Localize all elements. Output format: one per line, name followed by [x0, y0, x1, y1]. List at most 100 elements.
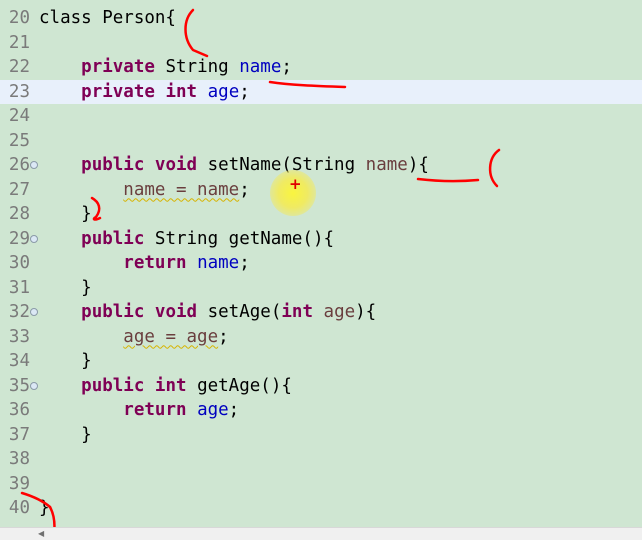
code-line[interactable]: 38 [0, 447, 642, 472]
line-number: 20 [8, 8, 30, 28]
code-token: private [81, 81, 155, 102]
line-number: 31 [8, 277, 30, 298]
code-token: void [154, 155, 198, 175]
code-token: int [165, 81, 198, 102]
line-number: 39 [8, 473, 30, 494]
scroll-left-arrow-icon[interactable]: ◀ [38, 530, 44, 538]
code-token: ; [239, 253, 250, 273]
code-token: ){ [407, 155, 429, 175]
code-text[interactable]: return age; [39, 398, 239, 423]
line-number: 38 [8, 449, 30, 469]
code-line[interactable]: 35 public int getAge(){ [0, 374, 642, 399]
code-line[interactable]: 39 [0, 472, 642, 497]
code-text[interactable]: } [39, 423, 92, 448]
code-token: age [323, 302, 356, 322]
line-number: 22 [8, 57, 30, 77]
code-token: return [123, 400, 187, 420]
code-line[interactable]: 20 class Person{ [0, 6, 642, 31]
code-line[interactable]: 25 [0, 129, 642, 154]
code-token: } [39, 277, 92, 298]
code-token: } [39, 424, 92, 445]
line-number: 35 [8, 375, 30, 396]
code-token: age = age [123, 326, 219, 347]
fold-minus-icon[interactable] [30, 381, 38, 390]
code-token: public [81, 228, 145, 249]
code-line[interactable]: 27 name = name; [0, 178, 642, 203]
line-number: 27 [8, 179, 30, 200]
code-text[interactable]: } [39, 276, 92, 301]
code-line[interactable]: 36 return age; [0, 398, 642, 423]
cursor-marker: + [289, 175, 302, 193]
line-number: 40 [8, 498, 30, 518]
code-line[interactable]: 24 [0, 104, 642, 129]
code-line[interactable]: 40} [0, 496, 642, 521]
code-text[interactable]: name = name; [39, 178, 249, 203]
line-number: 28 [8, 204, 30, 224]
line-number: 32 [8, 302, 30, 322]
code-text[interactable]: private String name; [39, 55, 292, 80]
code-line[interactable]: 28 } [0, 202, 642, 227]
horizontal-scrollbar[interactable]: ◀ [0, 527, 642, 540]
code-token: private [81, 57, 155, 77]
code-token: } [39, 351, 92, 371]
code-line[interactable]: 33 age = age; [0, 325, 642, 350]
code-line[interactable]: 34 } [0, 349, 642, 374]
code-line[interactable]: 21 [0, 31, 642, 56]
code-token: setAge( [197, 302, 282, 322]
code-token: String getName(){ [144, 228, 335, 249]
code-token: class Person{ [39, 8, 176, 28]
code-text[interactable]: } [39, 202, 92, 227]
line-number: 30 [8, 253, 30, 273]
code-token: public [81, 302, 145, 322]
code-line[interactable]: 22 private String name; [0, 55, 642, 80]
code-text[interactable]: } [39, 496, 50, 521]
code-line[interactable]: 29 public String getName(){ [0, 227, 642, 252]
line-number: 26 [8, 155, 30, 175]
line-number: 37 [8, 424, 30, 445]
line-number: 34 [8, 351, 30, 371]
code-line[interactable]: 37 } [0, 423, 642, 448]
code-line[interactable]: 26 public void setName(String name){ [0, 153, 642, 178]
code-editor[interactable]: 20 class Person{ 21 22 private String name;… [0, 0, 642, 540]
code-token: getAge(){ [186, 375, 292, 396]
code-text[interactable]: public void setAge(int age){ [39, 300, 376, 325]
code-text[interactable]: private int age; [39, 80, 250, 105]
code-text[interactable]: public String getName(){ [39, 227, 334, 252]
line-number: 36 [8, 400, 30, 420]
code-token: ; [218, 326, 229, 347]
code-line[interactable]: 23 private int age; [0, 79, 642, 105]
code-text[interactable]: public void setName(String name){ [39, 153, 429, 178]
fold-minus-icon[interactable] [30, 308, 38, 316]
code-text[interactable]: public int getAge(){ [39, 374, 292, 399]
code-token: void [154, 302, 198, 322]
code-token: public [81, 155, 145, 175]
code-token: String [154, 57, 240, 77]
code-text[interactable]: } [39, 349, 92, 374]
code-token: public [81, 375, 145, 396]
code-line[interactable]: 31 } [0, 276, 642, 301]
code-line[interactable]: 30 return name; [0, 251, 642, 276]
code-token: name [197, 253, 240, 273]
code-token: } [39, 204, 92, 224]
code-text[interactable]: age = age; [39, 325, 229, 350]
code-line[interactable]: 32 public void setAge(int age){ [0, 300, 642, 325]
code-token: name [239, 57, 282, 77]
code-token: ; [239, 81, 250, 102]
fold-minus-icon[interactable] [30, 234, 38, 243]
fold-minus-icon[interactable] [30, 161, 38, 169]
code-text[interactable]: class Person{ [39, 6, 176, 31]
code-text[interactable]: return name; [39, 251, 250, 276]
